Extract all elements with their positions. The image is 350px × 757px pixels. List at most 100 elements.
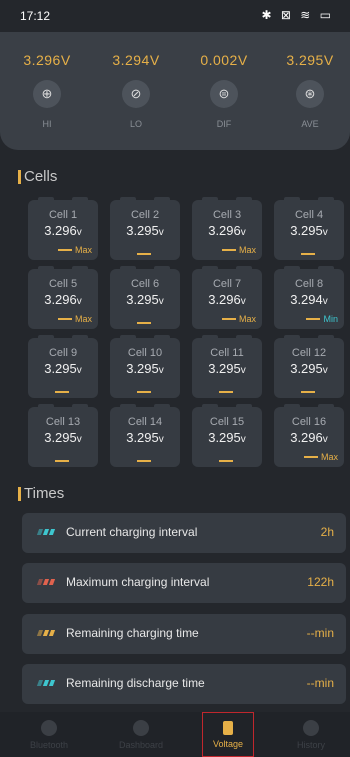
cell-name: Cell 16 (291, 416, 327, 428)
cell-indicator: Max (192, 245, 262, 255)
cell-voltage-unit: v (322, 296, 328, 307)
dashboard-icon (133, 720, 149, 736)
cell-voltage: 3.294v (274, 292, 344, 307)
cell-indicator (192, 460, 262, 462)
cell-level-dash (221, 318, 236, 320)
nav-voltage[interactable]: Voltage (202, 712, 254, 757)
cell-voltage: 3.295v (110, 361, 180, 376)
cell-voltage-value: 3.296 (208, 223, 241, 238)
cell-terminals (284, 335, 334, 339)
cell-card: Cell 12 3.295v (274, 335, 344, 398)
metric-dif: 0.002V ⊜ DIF (184, 52, 264, 129)
cell-terminals (38, 266, 88, 270)
cell-indicator: Max (28, 314, 98, 324)
cell-voltage-value: 3.295 (290, 361, 323, 376)
voltage-summary-panel: 3.296V ⊕ HI 3.294V ⊘ LO 0.002V ⊜ DIF 3.2… (0, 32, 350, 150)
cell-tag: Max (74, 245, 92, 255)
cell-voltage: 3.295v (274, 361, 344, 376)
nav-label: History (296, 740, 325, 750)
cell-name: Cell 8 (294, 278, 324, 290)
cell-card: Cell 10 3.295v (110, 335, 180, 398)
cell-card: Cell 2 3.295v (110, 197, 180, 260)
cell-voltage-value: 3.295 (208, 361, 241, 376)
status-time: 17:12 (20, 9, 51, 23)
time-row: Remaining charging time --min (22, 614, 346, 654)
cell-indicator (274, 253, 344, 255)
cell-terminals (284, 266, 334, 270)
time-row: Current charging interval 2h (22, 513, 346, 553)
cell-voltage: 3.295v (110, 292, 180, 307)
cells-section-title: Cells (17, 168, 58, 185)
metric-ave: 3.295V ⊛ AVE (270, 52, 350, 129)
cell-level-dash (303, 456, 318, 458)
cell-indicator: Max (28, 245, 98, 255)
time-row: Maximum charging interval 122h (22, 563, 346, 603)
cell-name: Cell 7 (212, 278, 242, 290)
time-value: 2h (320, 525, 334, 539)
nav-bluetooth[interactable]: Bluetooth (14, 712, 84, 757)
cell-voltage-unit: v (76, 365, 82, 376)
cell-voltage: 3.296v (192, 223, 262, 238)
cell-name: Cell 15 (209, 416, 245, 428)
cell-indicator (110, 460, 180, 462)
cell-voltage: 3.296v (28, 292, 98, 307)
cell-voltage-unit: v (158, 296, 164, 307)
cell-voltage: 3.295v (110, 223, 180, 238)
cell-voltage-unit: v (322, 227, 328, 238)
time-label: Remaining charging time (66, 626, 199, 640)
cell-level-dash (136, 460, 151, 462)
status-bar: 17:12 ✱ ⊠ ≋ ▭ (0, 0, 350, 32)
cell-voltage-value: 3.296 (44, 292, 77, 307)
cell-voltage-unit: v (158, 227, 164, 238)
bluetooth-icon (41, 720, 57, 736)
cell-card: Cell 8 3.294v Min (274, 266, 344, 329)
cell-voltage-unit: v (76, 434, 82, 445)
cell-indicator (192, 391, 262, 393)
cell-voltage-value: 3.295 (126, 430, 159, 445)
cell-terminals (202, 404, 252, 408)
cell-voltage: 3.295v (192, 430, 262, 445)
cell-indicator (274, 391, 344, 393)
cell-card: Cell 15 3.295v (192, 404, 262, 467)
cell-voltage-unit: v (322, 434, 328, 445)
cell-card: Cell 14 3.295v (110, 404, 180, 467)
cell-indicator (110, 322, 180, 324)
cell-card: Cell 9 3.295v (28, 335, 98, 398)
cell-card: Cell 6 3.295v (110, 266, 180, 329)
nav-dashboard[interactable]: Dashboard (106, 712, 176, 757)
nav-label: Dashboard (118, 740, 164, 750)
cell-voltage-unit: v (240, 365, 246, 376)
cell-card: Cell 7 3.296v Max (192, 266, 262, 329)
cell-voltage: 3.296v (28, 223, 98, 238)
metric-value: 0.002V (200, 52, 248, 68)
cell-voltage: 3.295v (28, 361, 98, 376)
metric-value: 3.295V (286, 52, 334, 68)
cell-indicator: Min (274, 314, 344, 324)
cell-voltage-unit: v (240, 434, 246, 445)
cell-card: Cell 11 3.295v (192, 335, 262, 398)
cell-voltage: 3.296v (274, 430, 344, 445)
cell-voltage-value: 3.295 (44, 430, 77, 445)
cell-tag: Max (238, 245, 256, 255)
cell-voltage-value: 3.294 (290, 292, 323, 307)
metric-label: HI (42, 119, 52, 129)
cell-indicator (110, 253, 180, 255)
nav-label: Bluetooth (29, 740, 69, 750)
cell-terminals (202, 335, 252, 339)
cell-voltage: 3.295v (274, 223, 344, 238)
cell-voltage-unit: v (322, 365, 328, 376)
nav-history[interactable]: History (276, 712, 346, 757)
cell-voltage-unit: v (158, 434, 164, 445)
time-label: Current charging interval (66, 525, 198, 539)
indicator-icon (36, 579, 56, 585)
cell-voltage: 3.295v (28, 430, 98, 445)
cell-voltage-unit: v (76, 296, 82, 307)
cell-voltage-value: 3.295 (208, 430, 241, 445)
cell-voltage-value: 3.295 (126, 361, 159, 376)
cell-card: Cell 13 3.295v (28, 404, 98, 467)
cell-card: Cell 16 3.296v Max (274, 404, 344, 467)
cell-indicator (28, 391, 98, 393)
time-value: --min (306, 626, 334, 640)
cell-name: Cell 4 (294, 209, 324, 221)
cell-voltage-unit: v (240, 227, 246, 238)
